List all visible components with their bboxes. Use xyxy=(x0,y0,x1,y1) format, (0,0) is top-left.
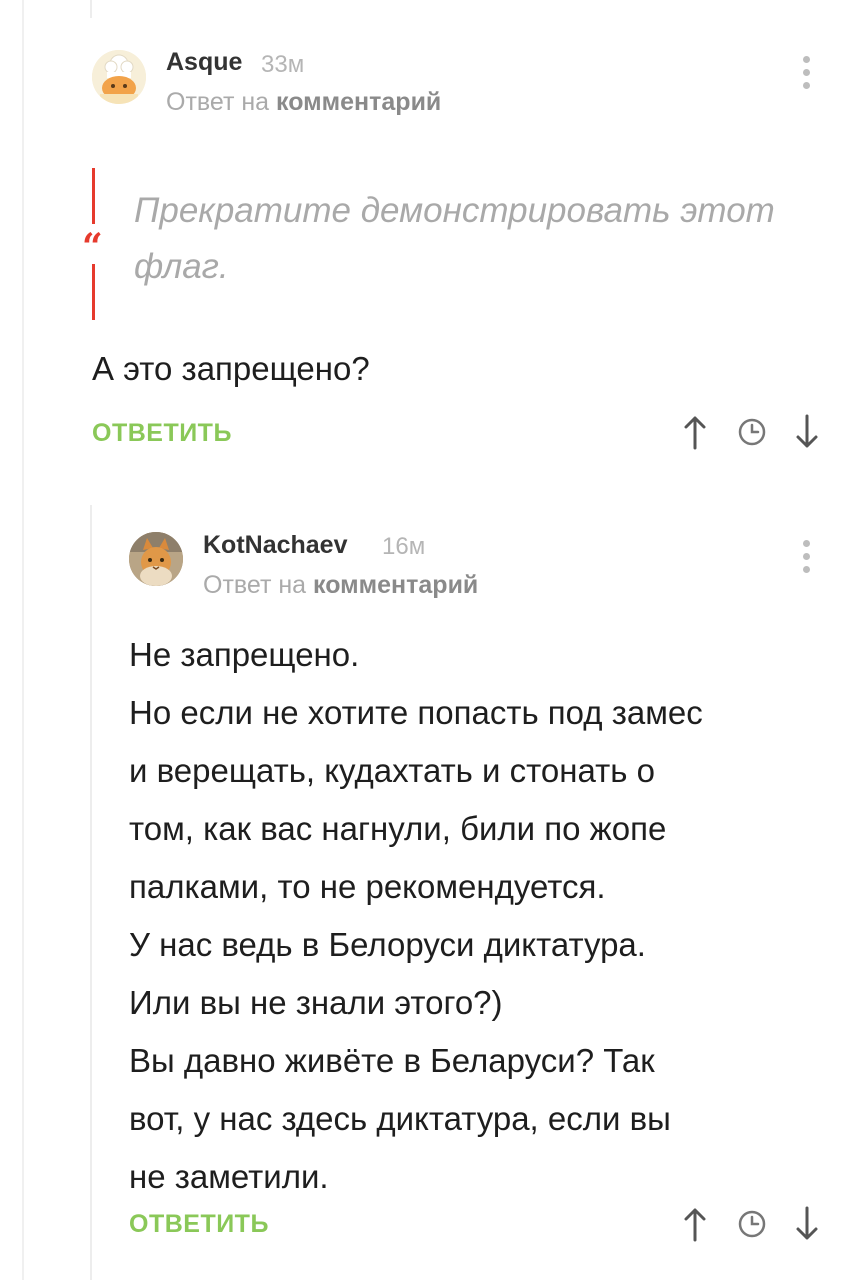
comment-line: Не запрещено. xyxy=(129,636,360,673)
comment-line: Или вы не знали этого?) xyxy=(129,984,503,1021)
reply-to-line: Ответ на комментарий xyxy=(166,88,441,117)
comment-line: и верещать, кудахтать и стонать о xyxy=(129,752,655,789)
quoted-text: Прекратите демонстрировать этот флаг. xyxy=(134,191,775,286)
reply-to-link[interactable]: комментарий xyxy=(276,88,441,116)
clock-icon[interactable] xyxy=(732,412,772,452)
thread-line-top xyxy=(90,0,92,18)
reply-button[interactable]: ОТВЕТИТЬ xyxy=(92,419,232,448)
comment-line: Вы давно живёте в Беларуси? Так xyxy=(129,1042,655,1079)
reply-to-link[interactable]: комментарий xyxy=(313,571,478,599)
comment-nav xyxy=(680,1204,822,1244)
comment-line: палками, то не рекомендуется. xyxy=(129,868,606,905)
comment-body: Не запрещено. Но если не хотите попасть … xyxy=(129,626,829,1206)
quote-bar xyxy=(92,168,95,224)
comment-time: 16м xyxy=(382,533,426,560)
comment-nav xyxy=(680,412,822,452)
arrow-down-icon[interactable] xyxy=(792,1204,822,1244)
comment-line: вот, у нас здесь диктатура, если вы xyxy=(129,1100,671,1137)
comment-time: 33м xyxy=(261,51,305,78)
arrow-up-icon[interactable] xyxy=(680,412,710,452)
arrow-up-icon[interactable] xyxy=(680,1204,710,1244)
reply-to-prefix: Ответ на xyxy=(203,571,307,599)
username[interactable]: KotNachaev xyxy=(203,531,348,560)
comment-body: А это запрещено? xyxy=(92,350,370,387)
comment-line: том, как вас нагнули, били по жопе xyxy=(129,810,667,847)
arrow-down-icon[interactable] xyxy=(792,412,822,452)
thread-line-outer xyxy=(22,0,24,1280)
clock-icon[interactable] xyxy=(732,1204,772,1244)
avatar[interactable] xyxy=(129,532,183,586)
reply-to-line: Ответ на комментарий xyxy=(203,571,478,600)
quote-mark-icon: “ xyxy=(82,226,103,268)
comment-line: не заметили. xyxy=(129,1158,329,1195)
more-vertical-icon[interactable] xyxy=(796,56,816,95)
comment-line: Но если не хотите попасть под замес xyxy=(129,694,703,731)
reply-button[interactable]: ОТВЕТИТЬ xyxy=(129,1210,269,1239)
avatar[interactable] xyxy=(92,50,146,104)
thread-line-nested xyxy=(90,505,92,1280)
quote-bar xyxy=(92,264,95,320)
comment-line: У нас ведь в Белоруси диктатура. xyxy=(129,926,646,963)
chef-cat-avatar-icon xyxy=(92,50,146,104)
cat-avatar-icon xyxy=(129,532,183,586)
reply-to-prefix: Ответ на xyxy=(166,88,270,116)
username[interactable]: Asque xyxy=(166,48,242,77)
more-vertical-icon[interactable] xyxy=(796,540,816,579)
